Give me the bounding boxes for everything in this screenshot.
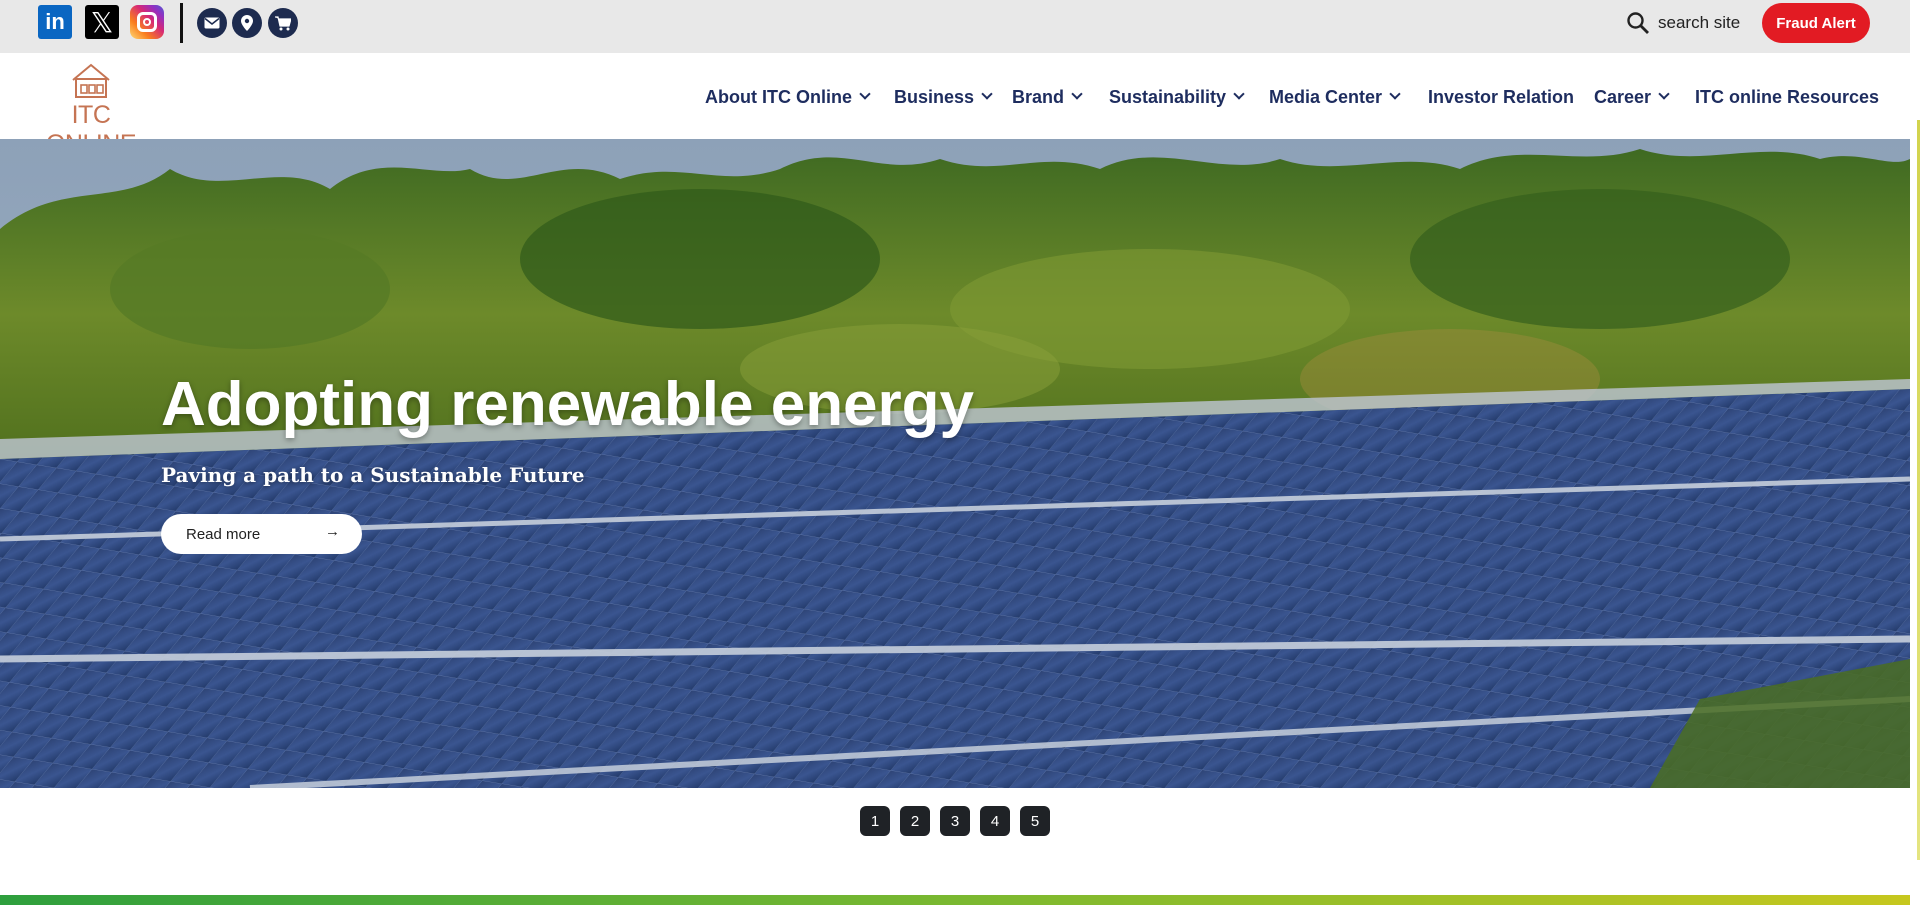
- itc-online-logo[interactable]: ITC ONLINE: [38, 63, 144, 158]
- scrollbar-highlight: [1917, 120, 1920, 860]
- hero-banner: Adopting renewable energy Paving a path …: [0, 139, 1910, 788]
- nav-label: Investor Relation: [1428, 86, 1575, 107]
- chevron-down-icon: [1071, 88, 1083, 100]
- social-divider: [180, 3, 183, 43]
- nav-label: Career: [1594, 86, 1652, 107]
- search-icon: [1627, 12, 1649, 34]
- search-site[interactable]: search site: [1626, 9, 1740, 37]
- chevron-down-icon: [981, 88, 993, 100]
- slide-pager: 1 2 3 4 5: [860, 806, 1050, 836]
- chevron-down-icon: [1658, 88, 1670, 100]
- nav-media-center[interactable]: Media Center: [1269, 82, 1401, 112]
- nav-investor-relation[interactable]: Investor Relation: [1428, 82, 1574, 112]
- x-twitter-icon[interactable]: 𝕏: [85, 5, 119, 39]
- nav-career[interactable]: Career: [1594, 82, 1670, 112]
- search-label: search site: [1658, 13, 1741, 32]
- nav-label: Sustainability: [1109, 86, 1227, 107]
- house-logo-icon: [72, 63, 110, 98]
- nav-label: Business: [894, 86, 975, 107]
- fraud-alert-button[interactable]: Fraud Alert: [1762, 3, 1870, 43]
- read-more-button[interactable]: Read more →: [161, 514, 362, 554]
- nav-itc-online-resources[interactable]: ITC online Resources: [1695, 82, 1879, 112]
- scrollbar[interactable]: [1910, 0, 1932, 905]
- nav-about-itc-online[interactable]: About ITC Online: [705, 82, 871, 112]
- chevron-down-icon: [1233, 88, 1245, 100]
- page-button-1[interactable]: 1: [860, 806, 890, 836]
- linkedin-icon[interactable]: in: [38, 5, 72, 39]
- page-button-3[interactable]: 3: [940, 806, 970, 836]
- chevron-down-icon: [1389, 88, 1401, 100]
- read-more-label: Read more: [186, 525, 261, 543]
- top-utility-bar: in 𝕏 search site Fraud Alert: [0, 0, 1910, 53]
- chevron-down-icon: [859, 88, 871, 100]
- page-button-5[interactable]: 5: [1020, 806, 1050, 836]
- nav-business[interactable]: Business: [894, 82, 993, 112]
- location-pin-icon[interactable]: [232, 8, 262, 38]
- page-button-2[interactable]: 2: [900, 806, 930, 836]
- arrow-right-icon: →: [325, 523, 340, 540]
- nav-label: About ITC Online: [705, 86, 852, 107]
- bottom-gradient-strip: [0, 895, 1910, 905]
- nav-brand[interactable]: Brand: [1012, 82, 1083, 112]
- nav-sustainability[interactable]: Sustainability: [1109, 82, 1245, 112]
- cart-icon[interactable]: [268, 8, 298, 38]
- hero-title: Adopting renewable energy: [161, 370, 975, 439]
- hero-subtitle: Paving a path to a Sustainable Future: [161, 463, 585, 487]
- page-button-4[interactable]: 4: [980, 806, 1010, 836]
- nav-label: Media Center: [1269, 86, 1383, 107]
- nav-label: ITC online Resources: [1695, 86, 1880, 107]
- instagram-icon[interactable]: [130, 5, 164, 39]
- mail-icon[interactable]: [197, 8, 227, 38]
- nav-label: Brand: [1012, 86, 1065, 107]
